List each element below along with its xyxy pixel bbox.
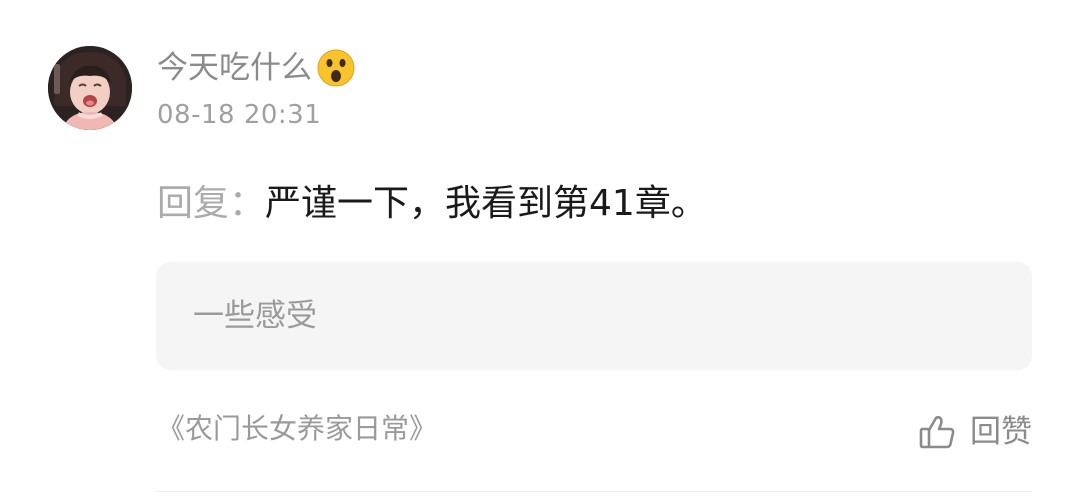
- reply-text: 严谨一下，我看到第41章。: [265, 183, 707, 224]
- quoted-post-text: 一些感受: [193, 298, 317, 334]
- comment-timestamp: 08-18 20:31: [157, 100, 322, 130]
- reply-prefix: 回复：: [157, 183, 266, 224]
- reply-like-label: 回赞: [970, 414, 1032, 450]
- divider: [156, 491, 1032, 492]
- reply-like-button[interactable]: 回赞: [918, 410, 1032, 454]
- author-name[interactable]: 今天吃什么: [157, 46, 356, 90]
- book-title-link[interactable]: 《农门长女养家日常》: [157, 409, 437, 449]
- author-name-text: 今天吃什么: [157, 50, 312, 86]
- comment-card: 今天吃什么 08-18 20:31 回复：严谨一下，我看到第41章。 一些感受 …: [0, 0, 1080, 503]
- thumbs-up-icon: [918, 413, 956, 451]
- astonished-face-emoji-icon: [316, 48, 356, 88]
- avatar[interactable]: [48, 46, 132, 130]
- quoted-post[interactable]: 一些感受: [156, 262, 1032, 370]
- comment-body[interactable]: 回复：严谨一下，我看到第41章。: [157, 178, 707, 230]
